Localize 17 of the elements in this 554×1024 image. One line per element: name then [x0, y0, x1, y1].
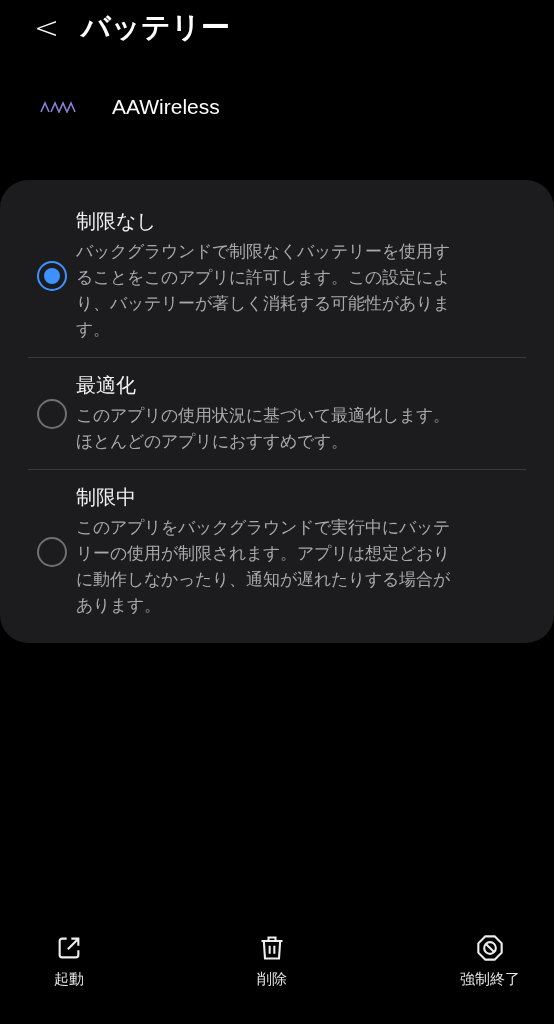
action-button[interactable]: 起動	[54, 934, 84, 1018]
action-button[interactable]: 強制終了	[460, 934, 520, 1018]
option-description: バックグラウンドで制限なくバッテリーを使用することをこのアプリに許可します。この設定により、バッテリーが著しく消耗する可能性があります。	[76, 241, 451, 341]
radio-button[interactable]	[37, 398, 67, 429]
option-description: このアプリをバックグラウンドで実行中にバッテリーの使用が制限されます。アプリは想定どおりに動作しなかったり、通知が遅れたりする場合があります。	[76, 517, 451, 617]
action-button[interactable]: 削除	[257, 934, 287, 1018]
option-title: 制限なし	[76, 208, 157, 235]
radio-button[interactable]	[37, 536, 67, 567]
back-button[interactable]: <	[34, 13, 60, 43]
page-title: バッテリー	[81, 9, 231, 46]
radio-button[interactable]	[37, 260, 67, 291]
option-description: このアプリの使用状況に基づいて最適化します。ほとんどのアプリにおすすめです。	[76, 405, 451, 453]
stop-icon	[476, 934, 504, 962]
option-title: 最適化	[76, 372, 137, 399]
option-title: 制限中	[76, 484, 137, 511]
app-logo-icon	[40, 101, 76, 113]
app-name: AAWireless	[112, 95, 220, 119]
